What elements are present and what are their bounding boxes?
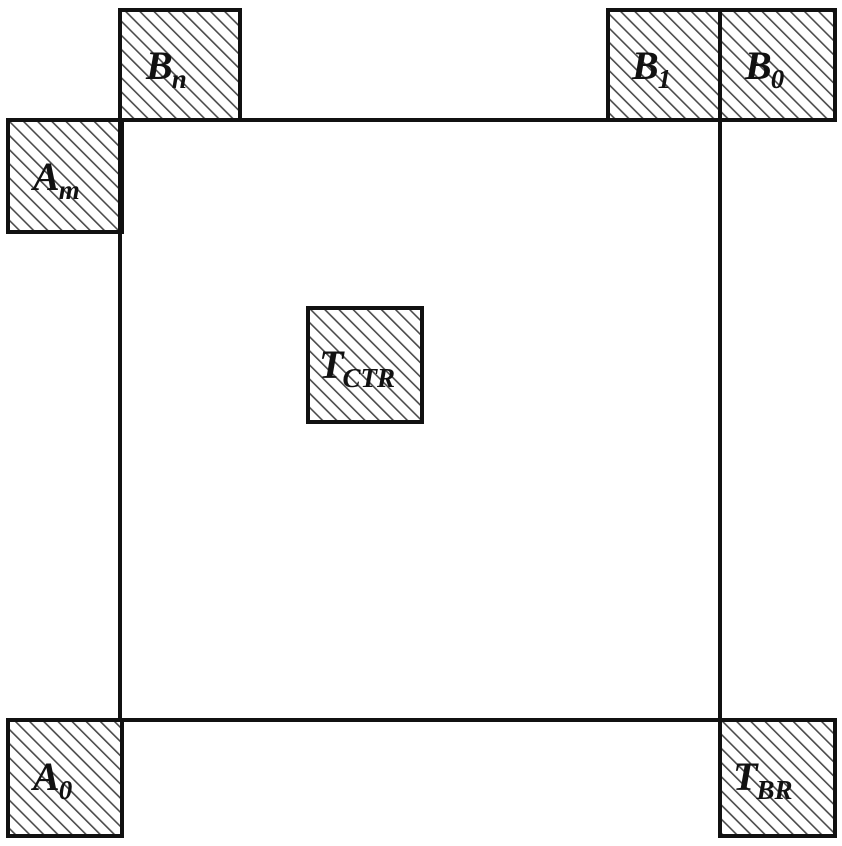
block-a-0 xyxy=(6,718,124,838)
block-t-ctr xyxy=(306,306,424,424)
block-b-n xyxy=(118,8,242,122)
block-t-br xyxy=(718,718,837,838)
block-b-0 xyxy=(718,8,837,122)
diagram-canvas: Bn B1 B0 Am A0 TCTR TBR xyxy=(0,0,842,846)
layout-diagram xyxy=(0,0,842,846)
block-b-1 xyxy=(606,8,722,122)
block-a-m xyxy=(6,118,124,234)
